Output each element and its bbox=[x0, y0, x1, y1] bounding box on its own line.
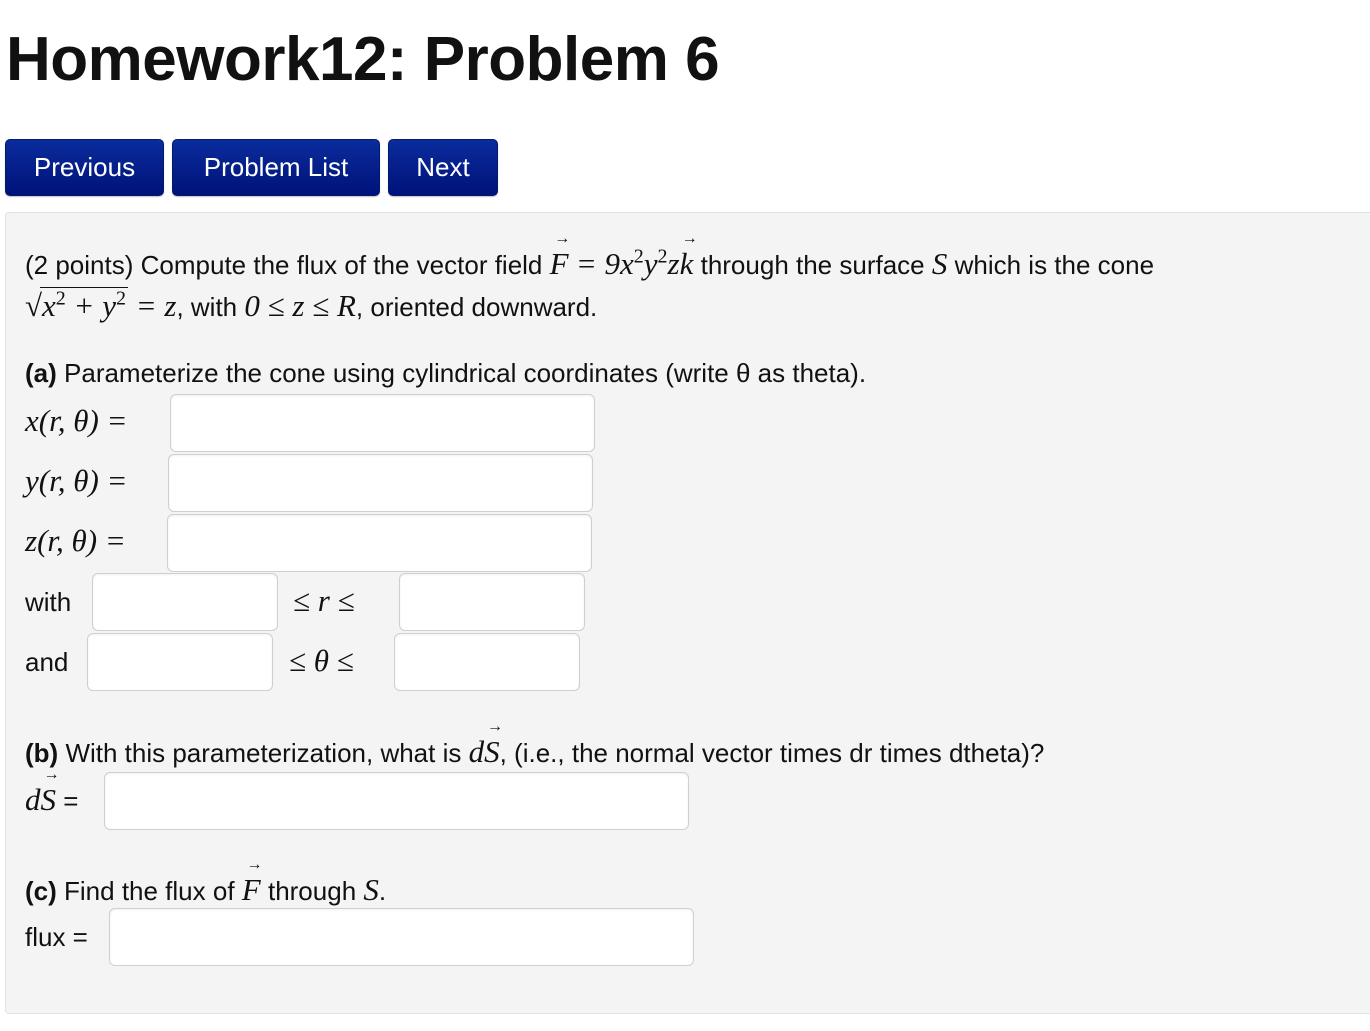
r-max-input[interactable] bbox=[400, 574, 584, 630]
points-label: (2 points) bbox=[25, 250, 134, 280]
flux-input-box[interactable] bbox=[109, 908, 694, 966]
period: . bbox=[378, 876, 387, 906]
flux-label: flux = bbox=[25, 922, 88, 952]
y-input-box[interactable] bbox=[168, 454, 593, 512]
theta-min-box[interactable] bbox=[87, 633, 273, 691]
x-input[interactable] bbox=[171, 395, 594, 451]
ds-symbol: dS bbox=[469, 734, 500, 769]
theta-inequality: ≤ θ ≤ bbox=[289, 643, 354, 678]
theta-min-input[interactable] bbox=[88, 634, 272, 690]
theta-max-input[interactable] bbox=[395, 634, 579, 690]
next-button[interactable]: Next bbox=[388, 139, 498, 196]
ds-answer-label: dS = bbox=[25, 782, 78, 818]
r-max-box[interactable] bbox=[399, 573, 585, 631]
statement-text: Compute the flux of the vector field bbox=[140, 250, 543, 280]
cone-equation: √x2 + y2 = z bbox=[25, 287, 177, 323]
z-input-box[interactable] bbox=[167, 514, 592, 572]
part-c-text: Find the flux of bbox=[64, 876, 235, 906]
r-min-box[interactable] bbox=[92, 573, 278, 631]
statement-text-3: which is the cone bbox=[954, 250, 1155, 280]
field-expression: = 9x2y2zk bbox=[576, 246, 694, 281]
surface-symbol: S bbox=[931, 246, 948, 281]
part-a-label: (a) bbox=[25, 358, 57, 388]
r-inequality: ≤ r ≤ bbox=[293, 583, 355, 618]
y-label: y(r, θ) = bbox=[25, 463, 128, 498]
theta-max-box[interactable] bbox=[394, 633, 580, 691]
previous-button[interactable]: Previous bbox=[5, 139, 164, 196]
equals-sign: = bbox=[63, 786, 79, 816]
part-b-label: (b) bbox=[25, 738, 59, 768]
flux-input[interactable] bbox=[110, 909, 693, 965]
z-input[interactable] bbox=[168, 515, 591, 571]
with-label: with bbox=[25, 587, 72, 617]
vector-f: F bbox=[550, 246, 569, 282]
part-b-prompt: (b) With this parameterization, what is … bbox=[25, 734, 1044, 770]
and-label: and bbox=[25, 647, 69, 677]
vector-f-symbol: F bbox=[242, 872, 261, 908]
r-min-input[interactable] bbox=[93, 574, 277, 630]
page-title: Homework12: Problem 6 bbox=[6, 25, 720, 94]
part-c-prompt: (c) Find the flux of F through S. bbox=[25, 872, 386, 908]
problem-statement-line1: (2 points) Compute the flux of the vecto… bbox=[25, 246, 1154, 282]
part-a-text: Parameterize the cone using cylindrical … bbox=[64, 358, 867, 388]
orientation-text: , oriented downward. bbox=[355, 292, 598, 322]
part-c-label: (c) bbox=[25, 876, 57, 906]
surface-symbol-c: S bbox=[363, 872, 379, 907]
statement-text-2: through the surface bbox=[700, 250, 925, 280]
ds-input-box[interactable] bbox=[104, 772, 689, 830]
z-range: 0 ≤ z ≤ R bbox=[244, 288, 356, 323]
part-b-text-2: , (i.e., the normal vector times dr time… bbox=[499, 738, 1045, 768]
part-a-prompt: (a) Parameterize the cone using cylindri… bbox=[25, 358, 866, 389]
x-input-box[interactable] bbox=[170, 394, 595, 452]
problem-statement-line2: √x2 + y2 = z, with 0 ≤ z ≤ R, oriented d… bbox=[25, 287, 597, 324]
y-input[interactable] bbox=[169, 455, 592, 511]
z-label: z(r, θ) = bbox=[25, 523, 126, 558]
part-b-text: With this parameterization, what is bbox=[65, 738, 462, 768]
ds-input[interactable] bbox=[105, 773, 688, 829]
x-label: x(r, θ) = bbox=[25, 403, 128, 438]
with-text: , with bbox=[176, 292, 238, 322]
part-c-text-2: through bbox=[267, 876, 357, 906]
problem-list-button[interactable]: Problem List bbox=[172, 139, 380, 196]
